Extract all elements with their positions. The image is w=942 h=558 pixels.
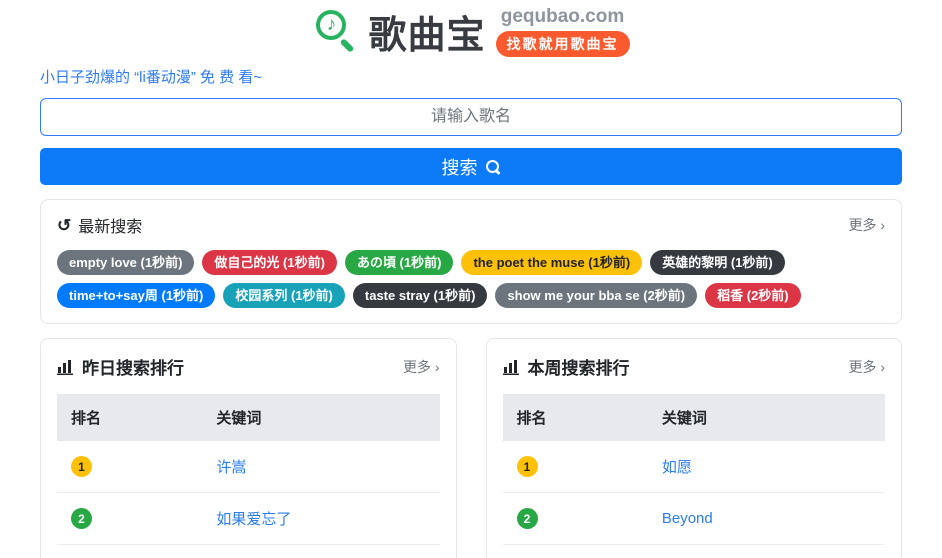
search-button-label: 搜索 [441, 157, 478, 178]
search-tag[interactable]: the poet the muse (1秒前) [461, 250, 643, 275]
search-tag[interactable]: 稻香 (2秒前) [705, 283, 801, 308]
week-ranking-title-row: 本周搜索排行 [502, 354, 630, 379]
latest-search-card: ↺ 最新搜索 更多 › empty love (1秒前) 做自己的光 (1秒前)… [40, 199, 902, 324]
search-tag[interactable]: empty love (1秒前) [57, 250, 195, 275]
history-icon: ↺ [57, 215, 72, 235]
column-header-rank: 排名 [57, 394, 203, 441]
table-row: 3 起风了 [503, 545, 886, 558]
search-tag[interactable]: taste stray (1秒前) [352, 283, 488, 308]
rank-badge: 1 [516, 456, 538, 477]
latest-search-title: 最新搜索 [78, 219, 143, 236]
search-tag[interactable]: 英雄的黎明 (1秒前) [650, 250, 785, 275]
keyword-link[interactable]: 如果爱忘了 [216, 511, 291, 528]
keyword-link[interactable]: 如愿 [662, 459, 692, 476]
column-header-keyword: 关键词 [647, 394, 885, 441]
logo-magnifier-music-icon[interactable]: ♪ [312, 8, 358, 54]
table-row: 1 许嵩 [57, 441, 440, 493]
bar-chart-icon [57, 359, 74, 375]
rank-badge: 2 [71, 508, 92, 529]
week-ranking-table: 排名 关键词 1 如愿 2 Beyond 3 起风了 [502, 394, 886, 558]
keyword-link[interactable]: Beyond [662, 510, 713, 527]
latest-search-title-row: ↺ 最新搜索 [57, 213, 142, 237]
rank-badge: 1 [71, 456, 92, 477]
table-row: 3 邓紫棋 [57, 545, 440, 558]
bar-chart-icon [502, 359, 520, 375]
search-icon [485, 159, 501, 175]
search-button[interactable]: 搜索 [40, 148, 902, 185]
yesterday-more-link[interactable]: 更多 › [403, 357, 440, 377]
yesterday-ranking-table: 排名 关键词 1 许嵩 2 如果爱忘了 3 邓紫棋 [57, 394, 440, 558]
search-tag[interactable]: あの頃 (1秒前) [344, 250, 454, 275]
week-ranking-card: 本周搜索排行 更多 › 排名 关键词 1 如愿 2 Beyond [485, 338, 902, 558]
magnifier-lens: ♪ [316, 10, 347, 40]
column-header-rank: 排名 [502, 394, 648, 441]
site-domain: gequbao.com [500, 5, 625, 27]
slogan-badge: 找歌就用歌曲宝 [495, 30, 630, 57]
table-row: 2 Beyond [502, 492, 885, 545]
search-tag[interactable]: time+to+say周 (1秒前) [57, 283, 216, 308]
keyword-link[interactable]: 许嵩 [216, 459, 246, 476]
week-ranking-title: 本周搜索排行 [527, 359, 630, 378]
search-tag[interactable]: 做自己的光 (1秒前) [202, 250, 337, 275]
week-more-link[interactable]: 更多 › [848, 357, 885, 377]
brand-side: gequbao.com 找歌就用歌曲宝 [495, 5, 630, 57]
magnifier-handle [340, 38, 355, 53]
yesterday-ranking-title: 昨日搜索排行 [82, 359, 184, 378]
site-title[interactable]: 歌曲宝 [368, 4, 485, 59]
table-row: 2 如果爱忘了 [57, 492, 440, 545]
promo-link[interactable]: 小日子劲爆的 “li番动漫” 免 费 看~ [40, 66, 902, 87]
search-input[interactable] [40, 98, 902, 136]
latest-tags: empty love (1秒前) 做自己的光 (1秒前) あの頃 (1秒前) t… [57, 250, 885, 308]
search-tag[interactable]: 校园系列 (1秒前) [223, 283, 345, 308]
rank-badge: 2 [516, 508, 538, 529]
yesterday-ranking-title-row: 昨日搜索排行 [57, 354, 184, 379]
search-tag[interactable]: show me your bba se (2秒前) [495, 283, 698, 308]
site-header: ♪ 歌曲宝 gequbao.com 找歌就用歌曲宝 [0, 0, 942, 57]
table-row: 1 如愿 [502, 441, 885, 493]
latest-more-link[interactable]: 更多 › [848, 215, 885, 235]
yesterday-ranking-card: 昨日搜索排行 更多 › 排名 关键词 1 许嵩 2 如果爱忘了 [40, 338, 457, 558]
music-note-icon: ♪ [326, 13, 337, 35]
column-header-keyword: 关键词 [202, 394, 440, 441]
